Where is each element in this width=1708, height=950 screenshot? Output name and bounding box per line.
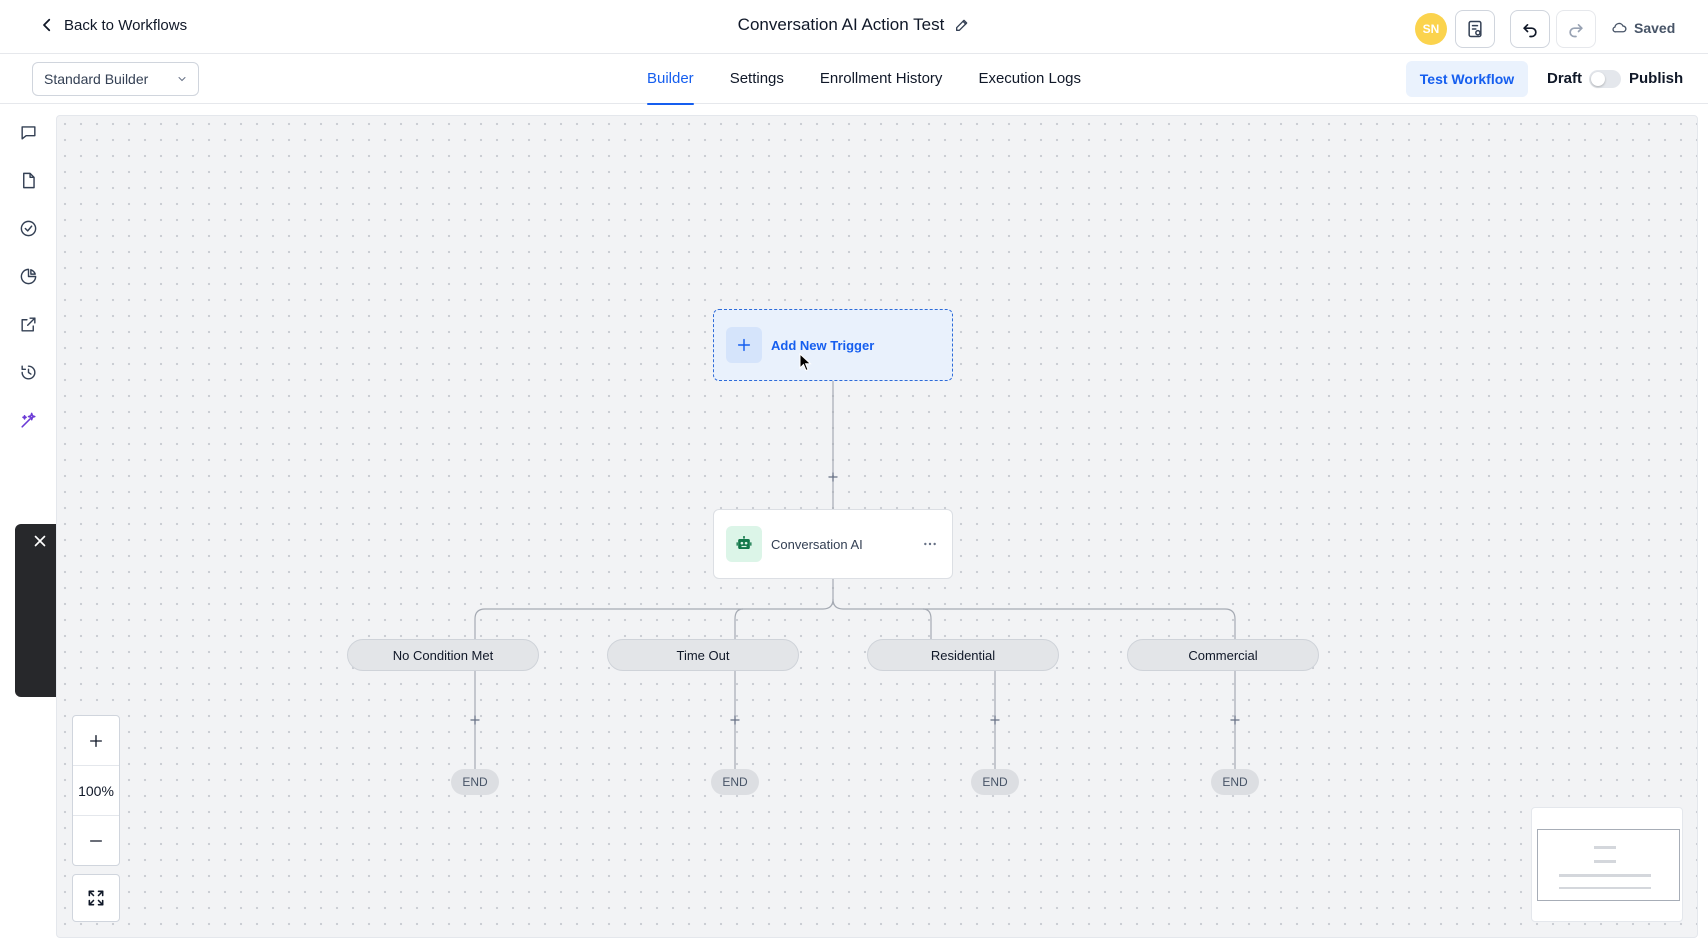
save-status: Saved [1611, 19, 1675, 36]
branch-commercial[interactable]: Commercial [1127, 639, 1319, 671]
back-label: Back to Workflows [64, 16, 188, 34]
top-header: Back to Workflows Conversation AI Action… [0, 0, 1708, 54]
undo-icon [1523, 24, 1537, 38]
plus-icon [90, 734, 102, 747]
add-step-button[interactable] [467, 712, 483, 728]
test-workflow-button[interactable]: Test Workflow [1406, 61, 1528, 97]
publish-label: Publish [1629, 70, 1684, 87]
add-trigger-node[interactable]: Add New Trigger [713, 309, 953, 381]
workflow-title-bar: Conversation AI Action Test [0, 15, 1708, 35]
user-avatar[interactable]: SN [1415, 13, 1447, 45]
end-node: END [451, 769, 499, 795]
draft-label: Draft [1547, 70, 1583, 87]
minimap-node [1559, 874, 1651, 877]
zoom-controls: 100% [72, 715, 120, 866]
tab-enrollment-history[interactable]: Enrollment History [802, 54, 961, 104]
builder-mode-select[interactable]: Standard Builder [32, 62, 199, 96]
workflow-canvas[interactable]: Add New Trigger Conversation AI No Condi… [56, 115, 1698, 938]
zoom-out-button[interactable] [73, 816, 119, 866]
document-check-icon [1468, 20, 1482, 38]
file-icon[interactable] [17, 169, 39, 191]
publish-toggle[interactable] [1589, 70, 1621, 88]
plus-icon [828, 472, 838, 482]
expand-icon [88, 890, 104, 906]
plus-icon [1230, 715, 1240, 725]
minus-icon [90, 840, 102, 842]
undo-button[interactable] [1510, 10, 1550, 48]
add-step-button[interactable] [1227, 712, 1243, 728]
add-step-button[interactable] [727, 712, 743, 728]
robot-icon-box [726, 526, 762, 562]
builder-mode-value: Standard Builder [44, 71, 149, 87]
tab-builder[interactable]: Builder [629, 54, 712, 105]
sparkle-icon[interactable] [17, 409, 39, 431]
zoom-level: 100% [73, 766, 119, 816]
more-horizontal-icon [924, 542, 936, 546]
plus-icon [730, 715, 740, 725]
plus-icon [737, 338, 751, 352]
minimap-node [1559, 887, 1651, 889]
minimap-viewport[interactable] [1537, 829, 1680, 901]
chat-icon[interactable] [17, 121, 39, 143]
branch-time-out[interactable]: Time Out [607, 639, 799, 671]
fit-to-screen-button[interactable] [72, 874, 120, 922]
branch-residential[interactable]: Residential [867, 639, 1059, 671]
close-icon[interactable] [31, 532, 49, 550]
branch-no-condition-met[interactable]: No Condition Met [347, 639, 539, 671]
checklist-button[interactable] [1455, 10, 1495, 48]
builder-toolbar: Standard Builder Builder Settings Enroll… [0, 54, 1708, 105]
redo-button[interactable] [1556, 10, 1596, 48]
add-step-button[interactable] [825, 469, 841, 485]
chevron-down-icon [178, 77, 186, 82]
conversation-ai-node[interactable]: Conversation AI [713, 509, 953, 579]
check-circle-icon[interactable] [17, 217, 39, 239]
cloud-check-icon [1612, 22, 1627, 33]
add-trigger-plus [726, 327, 762, 363]
zoom-level-value: 100% [78, 782, 114, 799]
node-more-menu[interactable] [920, 534, 940, 554]
left-rail [0, 104, 67, 950]
back-to-workflows-link[interactable]: Back to Workflows [38, 16, 187, 34]
minimap-node [1594, 860, 1616, 863]
end-node: END [1211, 769, 1259, 795]
external-link-icon[interactable] [17, 313, 39, 335]
plus-icon [470, 715, 480, 725]
mouse-cursor-icon [799, 353, 812, 372]
end-node: END [971, 769, 1019, 795]
add-step-button[interactable] [987, 712, 1003, 728]
tab-settings[interactable]: Settings [712, 54, 802, 104]
plus-icon [990, 715, 1000, 725]
end-node: END [711, 769, 759, 795]
minimap[interactable] [1531, 807, 1683, 922]
conversation-ai-label: Conversation AI [771, 536, 863, 552]
workflow-title: Conversation AI Action Test [737, 15, 945, 34]
tab-execution-logs[interactable]: Execution Logs [960, 54, 1099, 104]
chevron-left-icon [43, 18, 51, 32]
minimap-node [1594, 846, 1616, 849]
add-trigger-label: Add New Trigger [771, 337, 875, 353]
zoom-in-button[interactable] [73, 716, 119, 766]
history-icon[interactable] [17, 361, 39, 383]
edit-pencil-icon[interactable] [954, 17, 970, 33]
redo-icon [1569, 24, 1583, 38]
save-status-label: Saved [1634, 19, 1676, 36]
pie-chart-icon[interactable] [17, 265, 39, 287]
robot-icon [736, 536, 752, 549]
